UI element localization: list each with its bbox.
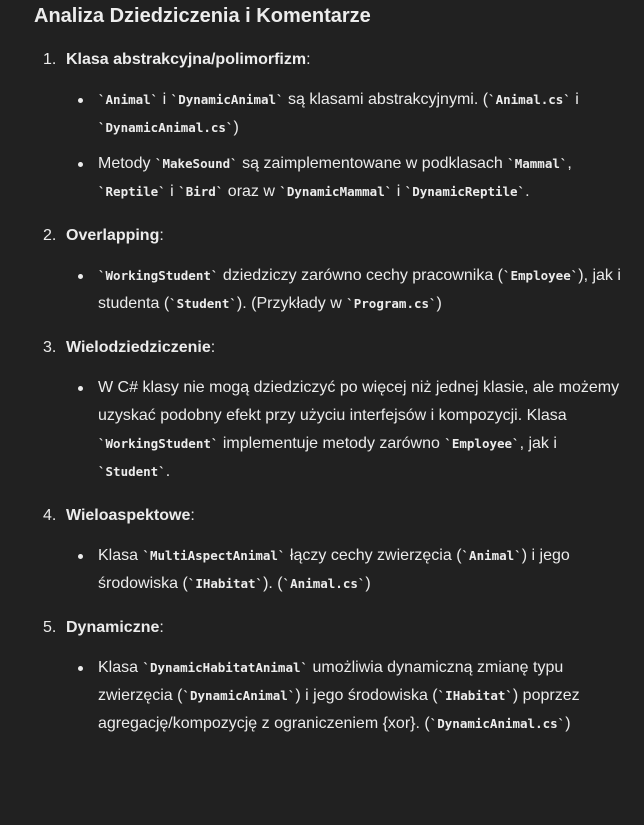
list-number: 5. — [43, 619, 57, 636]
inline-code: `DynamicHabitatAnimal` — [142, 660, 309, 675]
bullet-text: są klasami abstrakcyjnymi. ( — [283, 91, 489, 108]
inline-code: `DynamicAnimal.cs` — [429, 716, 566, 731]
inline-code: `Employee` — [502, 268, 579, 283]
bullet-text: ) — [436, 295, 442, 312]
inline-code: `Animal` — [98, 92, 159, 107]
inline-code: `Student` — [98, 464, 166, 479]
bullet-text: Klasa — [98, 659, 143, 676]
bullet-text: implementuje metody zarówno — [218, 435, 445, 452]
list-item: 4. Wieloaspektowe: Klasa `MultiAspectAnima… — [34, 504, 624, 598]
bullet-list: W C# klasy nie mogą dziedziczyć po więce… — [66, 374, 624, 486]
bullet-text: i — [158, 91, 171, 108]
page-title: Analiza Dziedziczenia i Komentarze — [34, 5, 371, 27]
bullet-text: i — [165, 183, 179, 200]
bullet-text: W C# klasy nie mogą dziedziczyć po więce… — [98, 379, 620, 424]
inline-code: `Animal.cs` — [488, 92, 571, 107]
list-item: 2. Overlapping: `WorkingStudent` dziedzicz… — [34, 224, 624, 318]
inline-code: `Animal.cs` — [282, 576, 366, 591]
section-list: 1. Klasa abstrakcyjna/polimorfizm: `Animal… — [34, 48, 624, 738]
bullet-text: ). ( — [263, 575, 283, 592]
section-heading: Overlapping: — [66, 227, 164, 244]
inline-code: `WorkingStudent` — [98, 436, 219, 451]
bullet-text: ) i jego środowiska ( — [295, 687, 438, 704]
section-title: Overlapping — [66, 227, 160, 244]
bullet-text: Metody — [98, 155, 155, 172]
inline-code: `DynamicReptile` — [404, 184, 526, 199]
inline-code: `Program.cs` — [346, 296, 437, 311]
bullet-list: Klasa `DynamicHabitatAnimal` umożliwia d… — [66, 654, 624, 738]
bullet-text: i — [570, 91, 579, 108]
inline-code: `DynamicAnimal.cs` — [98, 120, 234, 135]
inline-code: `DynamicAnimal` — [182, 688, 296, 703]
inline-code: `DynamicAnimal` — [170, 92, 284, 107]
bullet-dot-icon — [78, 98, 83, 103]
bullet-text: oraz w — [223, 183, 280, 200]
section-heading: Klasa abstrakcyjna/polimorfizm: — [66, 51, 311, 68]
bullet-list: `WorkingStudent` dziedziczy zarówno cech… — [66, 262, 624, 318]
bullet-text: Klasa — [98, 547, 143, 564]
bullet-item: `Animal` i `DynamicAnimal` są klasami ab… — [66, 86, 624, 142]
bullet-text: , — [567, 155, 572, 172]
bullet-item: Metody `MakeSound` są zaimplementowane w… — [66, 150, 624, 206]
list-item: 3. Wielodziedziczenie: W C# klasy nie mogą… — [34, 336, 624, 486]
bullet-item: `WorkingStudent` dziedziczy zarówno cech… — [66, 262, 624, 318]
bullet-list: Klasa `MultiAspectAnimal` łączy cechy zw… — [66, 542, 624, 598]
inline-code: `MakeSound` — [154, 156, 238, 171]
bullet-text: . — [525, 183, 530, 200]
list-item: 5. Dynamiczne: Klasa `DynamicHabitatAnimal… — [34, 616, 624, 738]
inline-code: `Employee` — [444, 436, 520, 451]
bullet-text: są zaimplementowane w podklasach — [237, 155, 508, 172]
bullet-dot-icon — [78, 386, 83, 391]
bullet-text: łączy cechy zwierzęcia ( — [285, 547, 462, 564]
inline-code: `Mammal` — [507, 156, 568, 171]
bullet-text: ). (Przykłady w — [236, 295, 347, 312]
inline-code: `Bird` — [178, 184, 224, 199]
inline-code: `IHabitat` — [187, 576, 264, 591]
bullet-item: Klasa `DynamicHabitatAnimal` umożliwia d… — [66, 654, 624, 738]
bullet-text: , jak i — [519, 435, 557, 452]
bullet-text: i — [392, 183, 405, 200]
list-number: 4. — [43, 507, 57, 524]
bullet-text: dziedziczy zarówno cechy pracownika ( — [218, 267, 503, 284]
inline-code: `MultiAspectAnimal` — [142, 548, 286, 563]
section-heading: Wieloaspektowe: — [66, 507, 195, 524]
bullet-dot-icon — [78, 162, 83, 167]
bullet-dot-icon — [78, 554, 83, 559]
section-heading: Dynamiczne: — [66, 619, 164, 636]
bullet-dot-icon — [78, 274, 83, 279]
list-number: 1. — [43, 51, 57, 68]
section-title: Klasa abstrakcyjna/polimorfizm — [66, 51, 307, 68]
bullet-text: ) — [565, 715, 571, 732]
bullet-text: ) — [233, 119, 239, 136]
section-title: Dynamiczne — [66, 619, 160, 636]
section-title: Wieloaspektowe — [66, 507, 191, 524]
bullet-text: ) — [365, 575, 371, 592]
list-number: 2. — [43, 227, 57, 244]
bullet-dot-icon — [78, 666, 83, 671]
bullet-text: . — [165, 463, 171, 480]
inline-code: `IHabitat` — [437, 688, 513, 703]
section-title: Wielodziedziczenie — [66, 339, 211, 356]
inline-code: `WorkingStudent` — [98, 268, 219, 283]
inline-code: `Animal` — [461, 548, 522, 563]
inline-code: `Reptile` — [98, 184, 166, 199]
section-heading: Wielodziedziczenie: — [66, 339, 216, 356]
bullet-list: `Animal` i `DynamicAnimal` są klasami ab… — [66, 86, 624, 206]
bullet-item: W C# klasy nie mogą dziedziczyć po więce… — [66, 374, 624, 486]
list-number: 3. — [43, 339, 57, 356]
inline-code: `DynamicMammal` — [279, 184, 393, 199]
bullet-item: Klasa `MultiAspectAnimal` łączy cechy zw… — [66, 542, 624, 598]
list-item: 1. Klasa abstrakcyjna/polimorfizm: `Animal… — [34, 48, 624, 206]
response-content: Analiza Dziedziczenia i Komentarze 1. Kla… — [0, 0, 644, 825]
inline-code: `Student` — [169, 296, 237, 311]
